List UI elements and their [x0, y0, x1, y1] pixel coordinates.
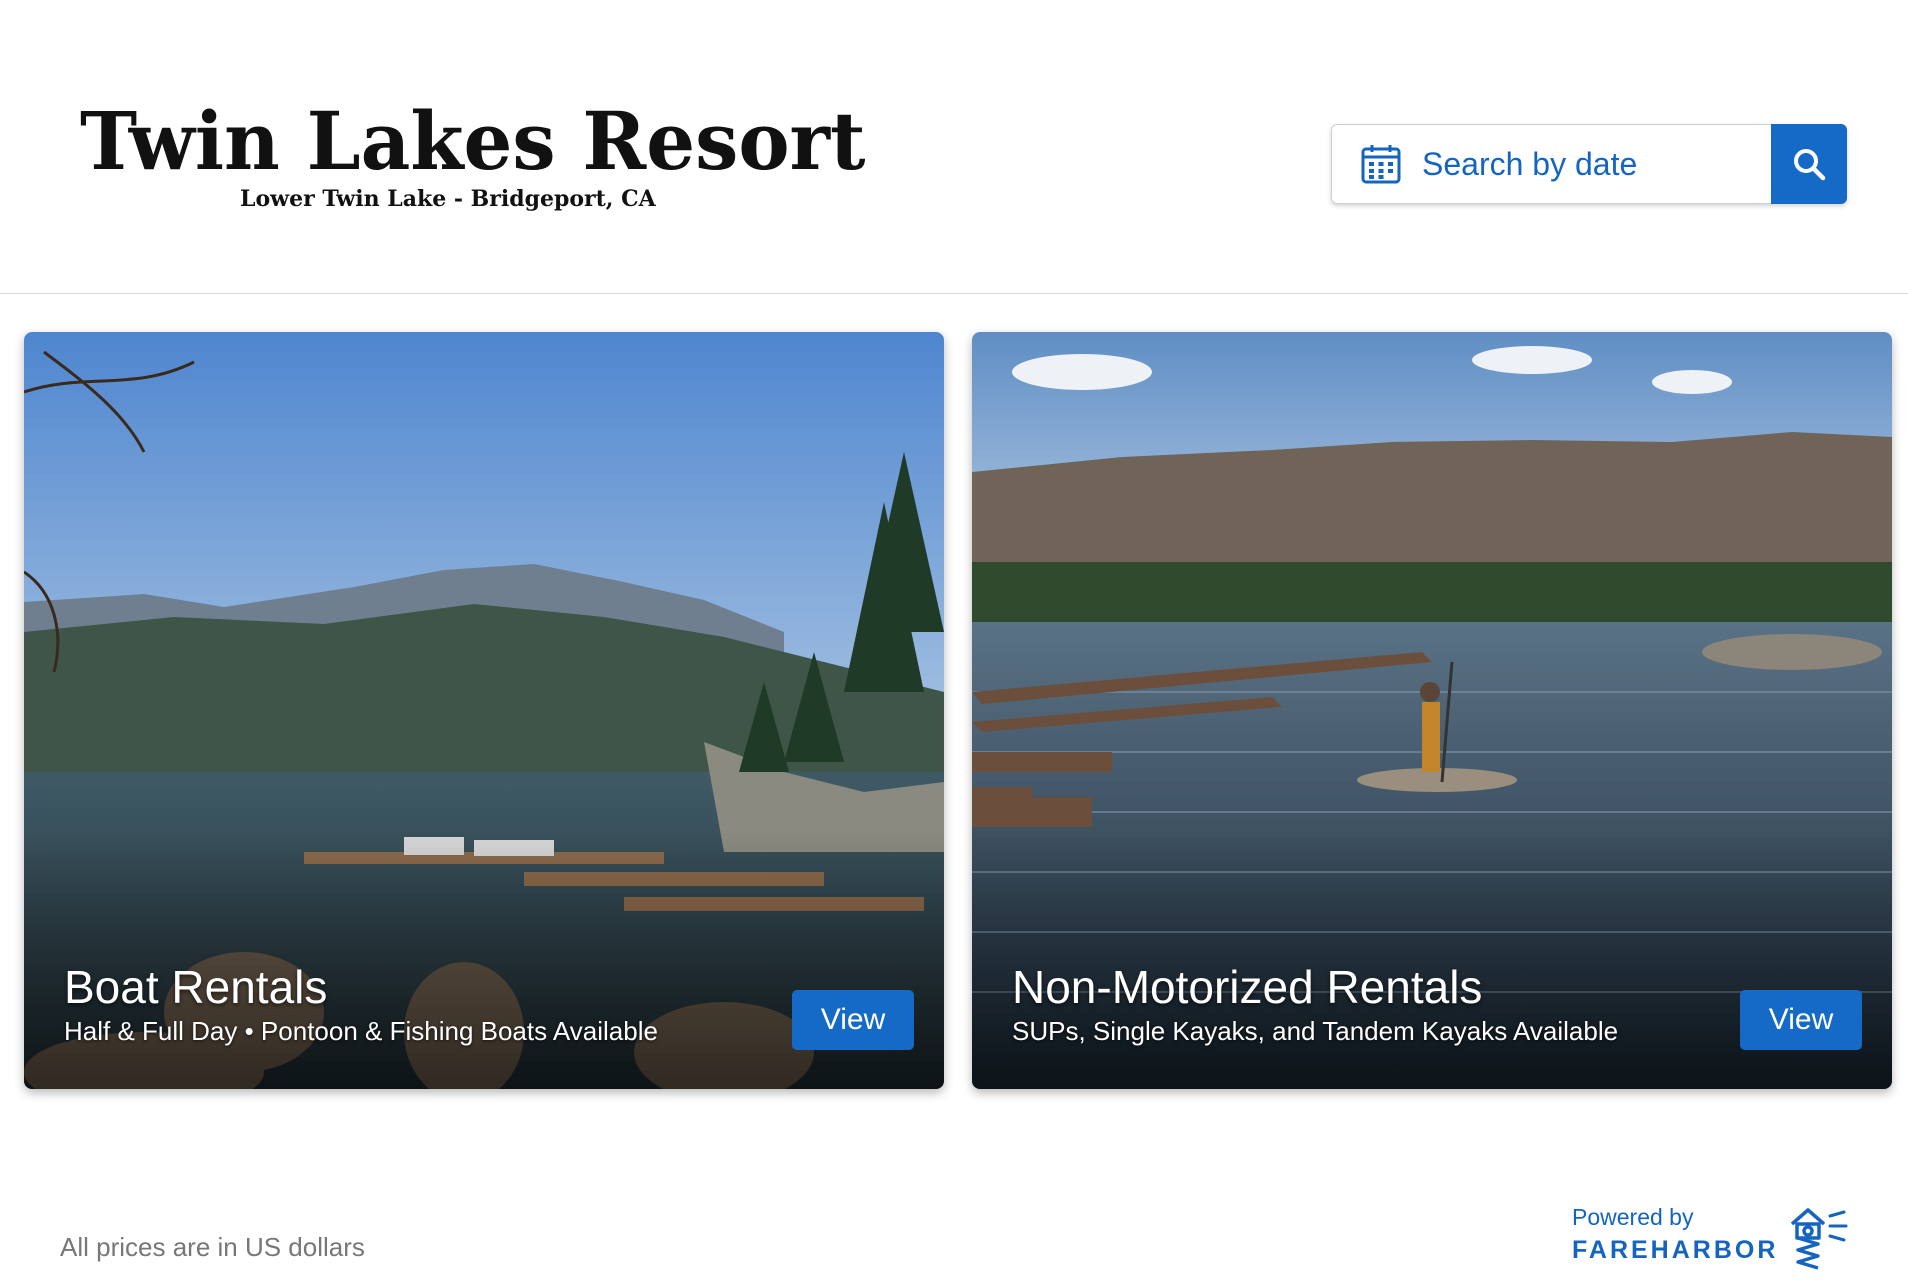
card-subtitle: Half & Full Day • Pontoon & Fishing Boat… — [64, 1016, 658, 1046]
site-header: Twin Lakes Resort Lower Twin Lake - Brid… — [0, 0, 1908, 294]
calendar-icon — [1360, 143, 1402, 185]
view-button[interactable]: View — [792, 990, 914, 1050]
powered-by-label: Powered by — [1572, 1204, 1694, 1230]
logo-title: Twin Lakes Resort — [80, 94, 866, 188]
lighthouse-icon — [1790, 1208, 1848, 1270]
card-gradient — [972, 829, 1892, 1089]
fareharbor-wordmark: FAREHARBOR — [1572, 1236, 1779, 1264]
card-title: Boat Rentals — [64, 961, 328, 1013]
card-gradient — [24, 829, 944, 1089]
search-button[interactable] — [1771, 124, 1847, 204]
search-icon — [1794, 149, 1826, 181]
view-button[interactable]: View — [1740, 990, 1862, 1050]
resort-logo[interactable]: Twin Lakes Resort Lower Twin Lake - Brid… — [80, 94, 866, 218]
powered-by-fareharbor-link[interactable]: Powered by FAREHARBOR — [1570, 1204, 1860, 1270]
search-by-date-label: Search by date — [1422, 145, 1638, 182]
card-subtitle: SUPs, Single Kayaks, and Tandem Kayaks A… — [1012, 1016, 1619, 1046]
search-by-date-field[interactable]: Search by date — [1331, 124, 1771, 204]
card-title: Non-Motorized Rentals — [1012, 961, 1483, 1013]
prices-note: All prices are in US dollars — [60, 1232, 365, 1262]
logo-subtitle: Lower Twin Lake - Bridgeport, CA — [240, 186, 656, 212]
boat-rentals-card[interactable]: Boat Rentals Half & Full Day • Pontoon &… — [24, 332, 944, 1089]
date-search: Search by date — [1331, 124, 1847, 204]
non-motorized-rentals-card[interactable]: Non-Motorized Rentals SUPs, Single Kayak… — [972, 332, 1892, 1089]
